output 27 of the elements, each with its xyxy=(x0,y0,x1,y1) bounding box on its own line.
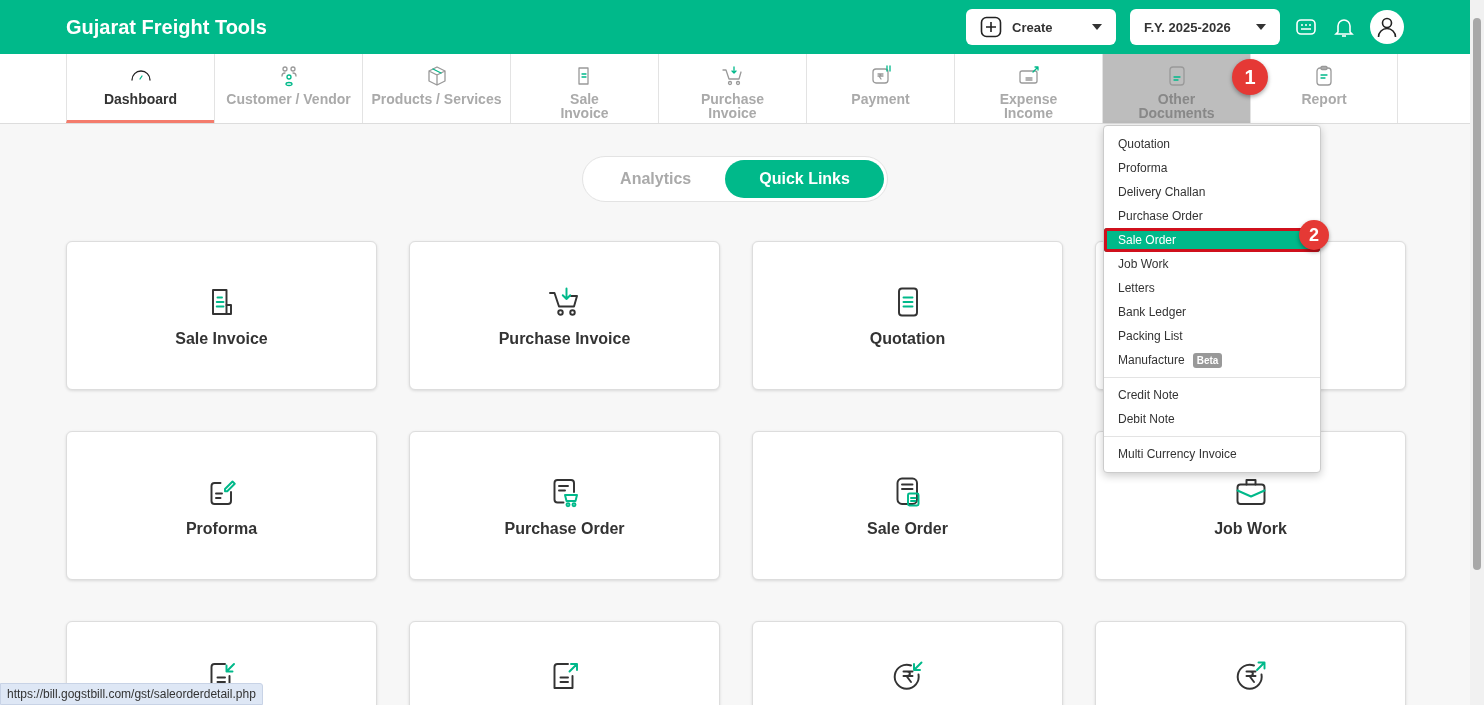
url-tooltip: https://bill.gogstbill.com/gst/saleorderdetail.php xyxy=(0,683,263,705)
menu-item[interactable]: Delivery Challan xyxy=(1104,180,1320,204)
menu-item[interactable]: Job Work xyxy=(1104,252,1320,276)
menu-item[interactable]: Multi Currency Invoice xyxy=(1104,442,1320,466)
create-button[interactable]: Create xyxy=(966,9,1116,45)
app-title: Gujarat Freight Tools xyxy=(66,15,268,39)
beta-badge: Beta xyxy=(1192,352,1223,368)
nav-tab[interactable]: Dashboard xyxy=(66,54,214,123)
menu-item[interactable]: Credit Note xyxy=(1104,383,1320,407)
plus-icon xyxy=(980,16,1002,38)
menu-item[interactable]: Proforma xyxy=(1104,156,1320,180)
scrollbar[interactable] xyxy=(1470,0,1484,705)
menu-item[interactable]: Quotation xyxy=(1104,132,1320,156)
quick-link-card[interactable]: Sale Invoice xyxy=(66,241,377,390)
quick-link-card[interactable]: Sale Order xyxy=(752,431,1063,580)
quick-link-card[interactable]: Purchase Order xyxy=(409,431,720,580)
menu-item[interactable]: Debit Note xyxy=(1104,407,1320,431)
menu-item[interactable]: Bank Ledger xyxy=(1104,300,1320,324)
user-avatar[interactable] xyxy=(1370,10,1404,44)
quick-link-card[interactable]: Quotation xyxy=(752,241,1063,390)
year-select[interactable]: F.Y. 2025-2026 xyxy=(1130,9,1280,45)
menu-item[interactable]: Manufacture Beta xyxy=(1104,348,1320,372)
menu-item[interactable]: Letters xyxy=(1104,276,1320,300)
quick-link-card[interactable]: Purchase Invoice xyxy=(409,241,720,390)
cart-icon xyxy=(720,64,745,88)
quick-link-card[interactable]: Proforma xyxy=(66,431,377,580)
menu-item[interactable]: Packing List xyxy=(1104,324,1320,348)
